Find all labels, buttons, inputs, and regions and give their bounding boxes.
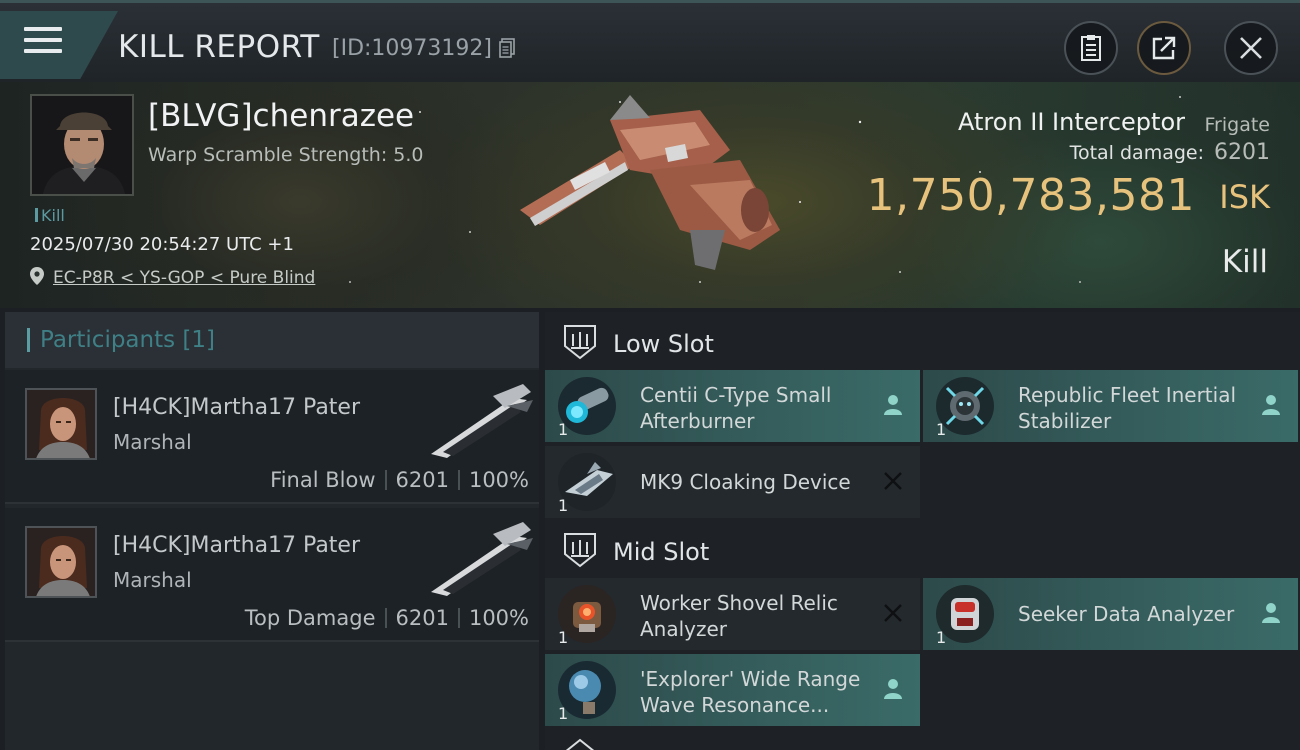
module-name: Seeker Data Analyzer xyxy=(1018,602,1235,626)
pilot-portrait xyxy=(27,390,95,458)
participant-corp: Marshal xyxy=(113,568,192,592)
ship-name[interactable]: Atron II Interceptor xyxy=(958,108,1185,136)
low-slot-header: Low Slot xyxy=(545,314,1300,370)
location-pin-icon xyxy=(30,267,44,285)
low-slot-icon xyxy=(564,325,596,360)
participant-stats: Final Blow 6201 100% xyxy=(270,468,529,492)
module-name: 'Explorer' Wide Range Wave Resonance... xyxy=(640,667,861,717)
next-slot-icon xyxy=(565,738,595,750)
participant-avatar[interactable] xyxy=(25,388,97,460)
participants-title: Participants [1] xyxy=(40,327,215,353)
total-damage-value: 6201 xyxy=(1214,140,1270,165)
divider xyxy=(384,470,387,490)
kill-result: Kill xyxy=(1221,244,1268,280)
participants-header: Participants [1] xyxy=(5,312,539,368)
menu-icon[interactable] xyxy=(24,27,62,57)
module-quantity: 1 xyxy=(936,628,947,647)
participant-ship-image xyxy=(431,522,533,596)
close-icon xyxy=(1240,37,1262,59)
report-id: [ID:10973192] xyxy=(332,36,492,61)
kill-datetime: 2025/07/30 20:54:27 UTC +1 xyxy=(30,234,294,255)
module-item[interactable]: 1 MK9 Cloaking Device xyxy=(545,446,920,518)
stat-damage: 6201 xyxy=(395,468,449,492)
kill-tag: Kill xyxy=(35,206,65,225)
fitting-panel: Low Slot 1 Centii C-Type Small Afterburn… xyxy=(545,312,1300,750)
total-damage-label: Total damage: xyxy=(1069,142,1204,164)
stat-label: Top Damage xyxy=(244,606,376,630)
stat-percent: 100% xyxy=(468,468,529,492)
kill-report-screen: KILL REPORT [ID:10973192] [BLVG]chenraze… xyxy=(0,0,1300,750)
mid-slot-header: Mid Slot xyxy=(545,522,1300,578)
pilot-icon xyxy=(884,395,902,415)
participant-corp: Marshal xyxy=(113,430,192,454)
module-item[interactable]: 1 Worker Shovel Relic Analyzer xyxy=(545,578,920,650)
module-quantity: 1 xyxy=(558,496,569,515)
ship-image xyxy=(520,95,780,270)
kill-summary-banner: [BLVG]chenrazee Warp Scramble Strength: … xyxy=(0,82,1300,308)
module-name: Republic Fleet Inertial Stabilizer xyxy=(1018,383,1237,433)
module-quantity: 1 xyxy=(558,628,569,647)
destroyed-x-icon xyxy=(884,472,902,490)
close-button[interactable] xyxy=(1224,21,1278,75)
victim-avatar[interactable] xyxy=(30,94,134,196)
participant-ship-image xyxy=(431,384,533,458)
module-item[interactable]: 1 'Explorer' Wide Range Wave Resonance..… xyxy=(545,654,920,726)
victim-name[interactable]: [BLVG]chenrazee xyxy=(148,98,414,134)
module-quantity: 1 xyxy=(558,704,569,723)
divider xyxy=(457,608,460,628)
destroyed-x-icon xyxy=(884,604,902,622)
module-item[interactable]: 1 Seeker Data Analyzer xyxy=(923,578,1298,650)
participant-row[interactable]: [H4CK]Martha17 Pater Marshal Final Blow 6… xyxy=(5,370,539,504)
clipboard-icon xyxy=(1081,35,1101,61)
module-item[interactable]: 1 Centii C-Type Small Afterburner xyxy=(545,370,920,442)
module-quantity: 1 xyxy=(936,420,947,439)
location-link[interactable]: EC-P8R < YS-GOP < Pure Blind xyxy=(53,268,315,288)
victim-subtitle: Warp Scramble Strength: 5.0 xyxy=(148,144,424,166)
pilot-portrait xyxy=(27,528,95,596)
mid-slot-icon xyxy=(564,533,596,568)
share-button[interactable] xyxy=(1137,21,1191,75)
pilot-portrait xyxy=(32,96,132,194)
participant-name: [H4CK]Martha17 Pater xyxy=(113,395,361,420)
participant-row[interactable]: [H4CK]Martha17 Pater Marshal Top Damage 6… xyxy=(5,508,539,642)
low-slot-title: Low Slot xyxy=(613,330,714,358)
stat-label: Final Blow xyxy=(270,468,376,492)
share-icon xyxy=(1152,36,1176,60)
participant-stats: Top Damage 6201 100% xyxy=(245,606,529,630)
page-title: KILL REPORT xyxy=(118,29,320,65)
participant-name: [H4CK]Martha17 Pater xyxy=(113,533,361,558)
module-name: Centii C-Type Small Afterburner xyxy=(640,383,832,433)
module-name: MK9 Cloaking Device xyxy=(640,470,851,494)
pilot-icon xyxy=(884,679,902,699)
ship-class: Frigate xyxy=(1204,114,1270,136)
divider xyxy=(457,470,460,490)
pilot-icon xyxy=(1262,603,1280,623)
copy-icon[interactable] xyxy=(499,38,515,58)
participant-avatar[interactable] xyxy=(25,526,97,598)
top-bar: KILL REPORT [ID:10973192] xyxy=(0,0,1300,82)
accent-bar xyxy=(27,328,30,352)
mid-slot-title: Mid Slot xyxy=(613,538,710,566)
clipboard-button[interactable] xyxy=(1064,21,1118,75)
isk-unit: ISK xyxy=(1219,178,1270,216)
divider xyxy=(384,608,387,628)
stat-percent: 100% xyxy=(468,606,529,630)
pilot-icon xyxy=(1262,395,1280,415)
stat-damage: 6201 xyxy=(395,606,449,630)
module-item[interactable]: 1 Republic Fleet Inertial Stabilizer xyxy=(923,370,1298,442)
module-name: Worker Shovel Relic Analyzer xyxy=(640,591,838,641)
isk-value: 1,750,783,581 xyxy=(866,170,1195,221)
module-quantity: 1 xyxy=(558,420,569,439)
participants-panel: Participants [1] [H4CK]Martha17 Pater Ma… xyxy=(5,312,539,750)
